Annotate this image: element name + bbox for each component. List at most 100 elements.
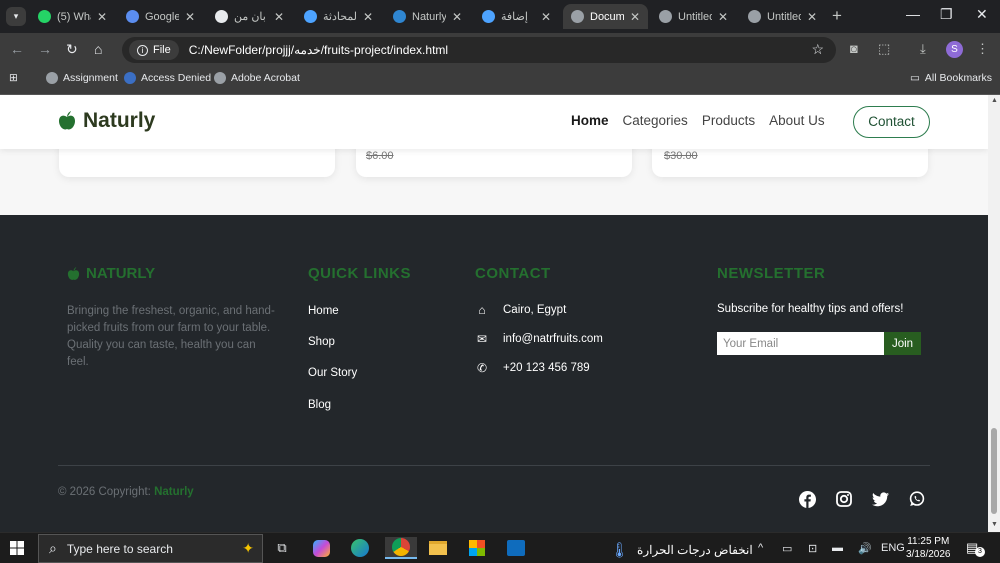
gemini-icon: [126, 10, 139, 23]
copilot-app-icon[interactable]: [309, 537, 333, 559]
browser-tab[interactable]: (5) What ✕: [30, 4, 115, 29]
profile-avatar[interactable]: S: [946, 41, 963, 58]
browser-tab[interactable]: Google ✕: [118, 4, 203, 29]
newsletter-heading: NEWSLETTER: [717, 265, 826, 282]
old-price: $30.00: [664, 150, 698, 162]
apps-grid-icon[interactable]: ⊞: [9, 72, 18, 84]
close-icon[interactable]: ✕: [363, 10, 373, 24]
extensions-icon[interactable]: ⬚: [878, 41, 890, 57]
weather-widget[interactable]: 🌡 انخفاض درجات الحرارة: [610, 541, 753, 559]
close-icon[interactable]: ✕: [185, 10, 195, 24]
all-bookmarks[interactable]: ▭ All Bookmarks: [910, 72, 992, 84]
contact-address: ⌂ Cairo, Egypt: [475, 303, 566, 317]
page-scrollbar[interactable]: ▲ ▼: [988, 95, 1000, 532]
restore-icon[interactable]: ❐: [940, 6, 953, 23]
close-icon[interactable]: ✕: [452, 10, 462, 24]
bookmark-star-icon[interactable]: ☆: [811, 41, 824, 58]
download-icon[interactable]: ⤓: [920, 41, 926, 57]
nav-categories[interactable]: Categories: [623, 113, 688, 128]
newsletter-email-input[interactable]: [717, 332, 884, 355]
kebab-menu-icon[interactable]: ⋮: [976, 41, 989, 57]
copilot-sparkle-icon: ✦: [242, 540, 254, 556]
windows-taskbar: ⌕ Type here to search ✦ ⧉ 🌡 انخفاض درجات…: [0, 532, 1000, 563]
whatsapp-icon[interactable]: [908, 490, 926, 508]
footer-link-blog[interactable]: Blog: [308, 399, 331, 411]
footer-link-our-story[interactable]: Our Story: [308, 367, 357, 379]
bookmark-item[interactable]: Access Denied: [124, 72, 211, 84]
scroll-thumb[interactable]: [991, 428, 997, 514]
browser-tab[interactable]: Untitled ✕: [651, 4, 736, 29]
close-icon[interactable]: ✕: [274, 10, 284, 24]
instagram-icon[interactable]: [835, 490, 853, 508]
thermometer-icon: 🌡: [610, 542, 630, 559]
battery-icon[interactable]: ▬: [832, 542, 843, 554]
nav-home[interactable]: Home: [571, 113, 609, 128]
reload-icon[interactable]: ↻: [66, 41, 78, 58]
close-icon[interactable]: ✕: [541, 10, 551, 24]
browser-tab[interactable]: Untitled ✕: [740, 4, 825, 29]
browser-tab[interactable]: بان من ✕: [207, 4, 292, 29]
footer-link-shop[interactable]: Shop: [308, 336, 335, 348]
scroll-down-arrow-icon[interactable]: ▼: [991, 521, 998, 528]
window-close-icon[interactable]: ✕: [976, 6, 988, 23]
bookmark-item[interactable]: Adobe Acrobat: [214, 72, 300, 84]
task-view-icon[interactable]: ⧉: [270, 537, 294, 559]
language-indicator[interactable]: ENG: [881, 542, 905, 554]
close-icon[interactable]: ✕: [630, 10, 640, 24]
twitter-icon[interactable]: [871, 490, 889, 508]
site-info-chip[interactable]: i File: [129, 40, 179, 60]
search-icon: ⌕: [49, 540, 57, 556]
url-text: C:/NewFolder/projjj/خدمه/fruits-project/…: [188, 43, 449, 57]
chevron-down-icon: ▾: [13, 11, 19, 21]
windows-start-icon[interactable]: [10, 541, 24, 558]
browser-tab[interactable]: إضافة ✕: [474, 4, 559, 29]
close-icon[interactable]: ✕: [718, 10, 728, 24]
phone-icon: ✆: [476, 361, 488, 375]
store-icon[interactable]: [465, 537, 489, 559]
browser-tab-active[interactable]: Docum ✕: [563, 4, 648, 29]
contact-button[interactable]: Contact: [853, 106, 930, 138]
back-arrow-icon[interactable]: ←: [10, 41, 24, 57]
new-tab-icon[interactable]: +: [832, 6, 842, 26]
system-clock[interactable]: 11:25 PM 3/18/2026: [906, 535, 951, 561]
chatgpt-icon: [215, 10, 228, 23]
scroll-up-arrow-icon[interactable]: ▲: [991, 97, 998, 104]
volume-icon[interactable]: 🔊: [858, 542, 872, 555]
home-icon: ⌂: [478, 303, 486, 317]
notification-count: 3: [975, 547, 985, 557]
close-icon[interactable]: ✕: [97, 10, 107, 24]
envelope-icon: ✉: [476, 332, 488, 346]
taskbar-search[interactable]: ⌕ Type here to search ✦: [38, 534, 263, 563]
apple-icon: [67, 266, 80, 280]
minimize-icon[interactable]: —: [906, 6, 920, 22]
chrome-app-icon[interactable]: [385, 537, 417, 559]
forward-arrow-icon[interactable]: →: [38, 41, 52, 57]
browser-tab[interactable]: المحادثة ✕: [296, 4, 381, 29]
apple-icon: [59, 111, 75, 130]
nav-about-us[interactable]: About Us: [769, 113, 825, 128]
chevron-up-icon[interactable]: ^: [758, 542, 763, 554]
join-button[interactable]: Join: [884, 332, 921, 355]
bookmark-item[interactable]: Assignment: [46, 72, 118, 84]
globe-icon: [748, 10, 761, 23]
tab-strip: ▾ (5) What ✕ Google ✕ بان من ✕ المحادثة …: [0, 0, 1000, 33]
device-icon[interactable]: ▭: [782, 542, 792, 555]
nav-products[interactable]: Products: [702, 113, 755, 128]
site-logo[interactable]: Naturly: [58, 109, 155, 133]
edge-app-icon[interactable]: [348, 537, 372, 559]
facebook-icon[interactable]: [798, 490, 816, 508]
quick-links-heading: QUICK LINKS: [308, 265, 411, 282]
browser-tab[interactable]: Naturly ✕: [385, 4, 470, 29]
usb-icon[interactable]: ⊡: [808, 542, 817, 555]
footer-link-home[interactable]: Home: [308, 305, 339, 317]
camera-icon[interactable]: ◙: [850, 41, 858, 56]
file-explorer-icon[interactable]: [426, 537, 450, 559]
notification-icon[interactable]: ▤ 3: [966, 540, 985, 557]
close-icon[interactable]: ✕: [807, 10, 817, 24]
folder-icon: ▭: [910, 72, 920, 84]
address-bar[interactable]: i File C:/NewFolder/projjj/خدمه/fruits-p…: [122, 37, 836, 63]
home-icon[interactable]: ⌂: [94, 41, 102, 57]
copilot-icon: [304, 10, 317, 23]
tab-search-button[interactable]: ▾: [6, 7, 26, 26]
outlook-icon[interactable]: [504, 537, 528, 559]
